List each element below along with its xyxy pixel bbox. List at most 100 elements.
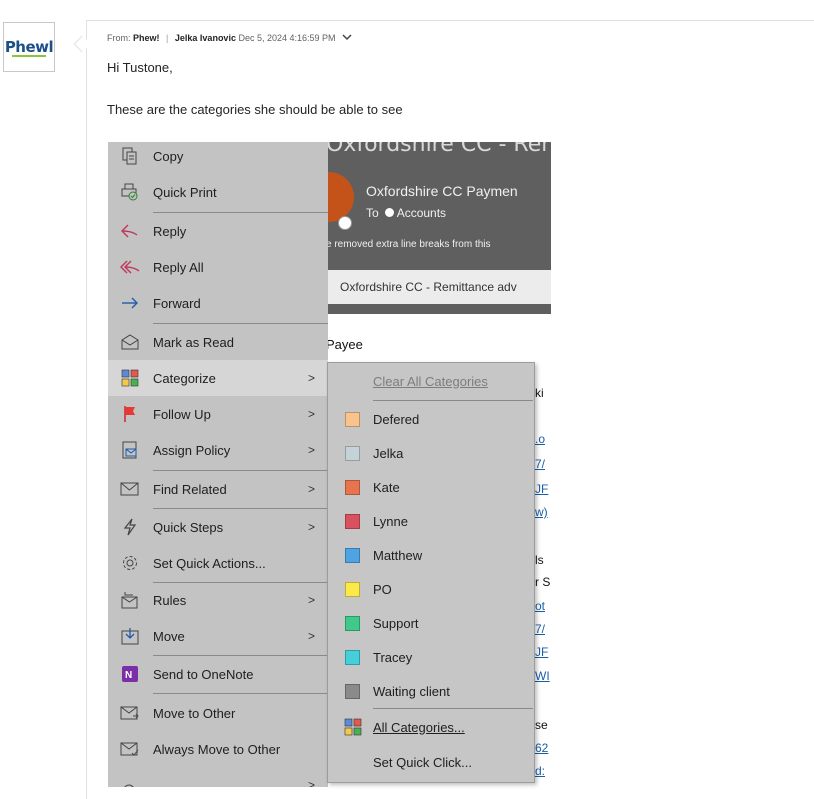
embedded-link-fragment: ot <box>535 599 546 613</box>
menu-item-reply[interactable]: Reply <box>108 213 328 249</box>
menu-item-send-to-onenote[interactable]: N Send to OneNote <box>108 656 328 692</box>
menu-item-find-related[interactable]: Find Related > <box>108 471 328 507</box>
clear-all-categories[interactable]: Clear All Categories <box>328 364 534 398</box>
category-label: Matthew <box>373 547 423 563</box>
menu-item-label: Rules <box>153 592 187 608</box>
category-matthew[interactable]: Matthew <box>328 538 534 572</box>
embedded-to-line: To Accounts <box>366 206 446 220</box>
menu-item-label: Set Quick Actions... <box>153 555 266 571</box>
menu-item-always-move-to-other[interactable]: Always Move to Other <box>108 731 328 767</box>
policy-icon <box>120 440 140 460</box>
category-color-swatch <box>345 513 360 529</box>
greeting-text: Hi Tustone, <box>107 60 173 75</box>
submenu-arrow-icon: > <box>308 520 316 534</box>
menu-item-categorize[interactable]: Categorize > <box>108 360 328 396</box>
menu-item-label: Copy <box>153 148 184 164</box>
all-categories-label: All Categories... <box>373 719 465 735</box>
category-label: Tracey <box>373 649 413 665</box>
menu-item-reply-all[interactable]: Reply All <box>108 249 328 285</box>
menu-item-rules[interactable]: Rules > <box>108 582 328 618</box>
category-waiting-client[interactable]: Waiting client <box>328 674 534 708</box>
quick-print-icon <box>120 182 140 202</box>
embedded-subject: Oxfordshire CC - Remittance adv <box>328 270 551 304</box>
submenu-arrow-icon: > <box>308 593 316 607</box>
embedded-link-fragment: JF <box>535 645 549 659</box>
category-color-swatch <box>345 479 360 495</box>
body-text: These are the categories she should be a… <box>107 102 403 117</box>
menu-item-follow-up[interactable]: Follow Up > <box>108 396 328 432</box>
from-prefix: From: <box>107 33 131 43</box>
forward-icon <box>120 293 140 313</box>
menu-item-set-quick-actions[interactable]: Set Quick Actions... <box>108 545 328 581</box>
embedded-fragment: ki <box>535 386 544 400</box>
menu-item-label: Find Related <box>153 481 227 497</box>
category-label: Defered <box>373 411 420 427</box>
embedded-note: e removed extra line breaks from this <box>326 239 491 250</box>
set-quick-click[interactable]: Set Quick Click... <box>328 745 534 779</box>
menu-item-label: Reply All <box>153 259 204 275</box>
menu-item-assign-policy[interactable]: Assign Policy > <box>108 432 328 468</box>
category-defered[interactable]: Defered <box>328 402 534 436</box>
category-color-swatch <box>345 615 360 631</box>
sender-logo: Phewl <box>4 38 54 56</box>
category-label: Lynne <box>373 513 408 529</box>
menu-item-copy[interactable]: Copy <box>108 142 328 174</box>
category-label: Jelka <box>373 445 404 461</box>
menu-item-quick-print[interactable]: Quick Print <box>108 174 328 210</box>
from-org[interactable]: Phew! <box>133 33 160 43</box>
category-color-swatch <box>345 649 360 665</box>
menu-item-label: Move <box>153 628 185 644</box>
menu-item-label: Quick Steps <box>153 519 224 535</box>
from-name[interactable]: Jelka Ivanovic <box>175 33 236 43</box>
category-jelka[interactable]: Jelka <box>328 436 534 470</box>
find-related-icon <box>120 479 140 499</box>
submenu-arrow-icon: > <box>308 371 316 385</box>
presence-dot-icon <box>384 208 394 217</box>
categorize-icon <box>343 717 363 737</box>
embedded-link-fragment: WI <box>535 669 550 683</box>
submenu-arrow-icon: > <box>308 482 316 496</box>
category-label: Waiting client <box>373 683 450 699</box>
category-color-swatch <box>345 547 360 563</box>
menu-item-label: Categorize <box>153 370 216 386</box>
always-move-icon <box>120 739 140 759</box>
flag-icon <box>120 404 140 424</box>
category-color-swatch <box>345 581 360 597</box>
context-menu: Copy Quick Print Reply Reply All Forward… <box>108 142 328 787</box>
category-label: Support <box>373 615 419 631</box>
menu-item-more[interactable]: > <box>108 767 328 787</box>
embedded-link-fragment: 7/ <box>535 622 546 636</box>
menu-item-move[interactable]: Move > <box>108 618 328 654</box>
from-separator: | <box>166 33 169 43</box>
sender-avatar[interactable]: Phewl <box>3 22 55 72</box>
reply-icon <box>120 221 140 241</box>
move-icon <box>120 626 140 646</box>
message-date: Dec 5, 2024 4:16:59 PM <box>238 33 336 43</box>
from-line: From: Phew! | Jelka Ivanovic Dec 5, 2024… <box>107 33 352 44</box>
menu-item-label: Always Move to Other <box>153 741 281 757</box>
embedded-fragment: se <box>535 718 548 732</box>
svg-text:N: N <box>125 670 132 681</box>
category-support[interactable]: Support <box>328 606 534 640</box>
embedded-payee: Payee <box>326 337 363 352</box>
embedded-link-fragment: .o <box>535 432 546 446</box>
menu-item-move-to-other[interactable]: Move to Other <box>108 695 328 731</box>
menu-item-forward[interactable]: Forward <box>108 285 328 321</box>
menu-item-mark-as-read[interactable]: Mark as Read <box>108 324 328 360</box>
embedded-avatar-badge <box>338 216 352 230</box>
logo-underline <box>12 55 46 57</box>
embedded-link-fragment: 7/ <box>535 457 546 471</box>
menu-item-quick-steps[interactable]: Quick Steps > <box>108 509 328 545</box>
copy-icon <box>120 146 140 166</box>
category-kate[interactable]: Kate <box>328 470 534 504</box>
category-lynne[interactable]: Lynne <box>328 504 534 538</box>
category-tracey[interactable]: Tracey <box>328 640 534 674</box>
reading-pane: Phewl From: Phew! | Jelka Ivanovic Dec 5… <box>0 0 814 799</box>
all-categories[interactable]: All Categories... <box>328 710 534 744</box>
menu-item-label: Send to OneNote <box>153 666 254 682</box>
embedded-link-fragment: 62 <box>535 741 549 755</box>
category-po[interactable]: PO <box>328 572 534 606</box>
menu-item-label: Move to Other <box>153 705 236 721</box>
lightning-icon <box>120 517 140 537</box>
chevron-down-icon[interactable] <box>342 33 352 44</box>
